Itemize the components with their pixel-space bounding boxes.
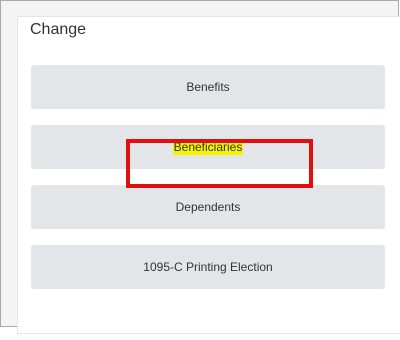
panel-title: Change xyxy=(30,21,87,38)
beneficiaries-button-label: Beneficiaries xyxy=(172,139,244,155)
dependents-button[interactable]: Dependents xyxy=(31,185,385,229)
dependents-button-label: Dependents xyxy=(175,200,241,214)
printing-election-button[interactable]: 1095-C Printing Election xyxy=(31,245,385,289)
benefits-button-label: Benefits xyxy=(186,80,230,94)
printing-election-button-label: 1095-C Printing Election xyxy=(143,260,273,274)
benefits-button[interactable]: Benefits xyxy=(31,65,385,109)
beneficiaries-button[interactable]: Beneficiaries xyxy=(31,125,385,169)
